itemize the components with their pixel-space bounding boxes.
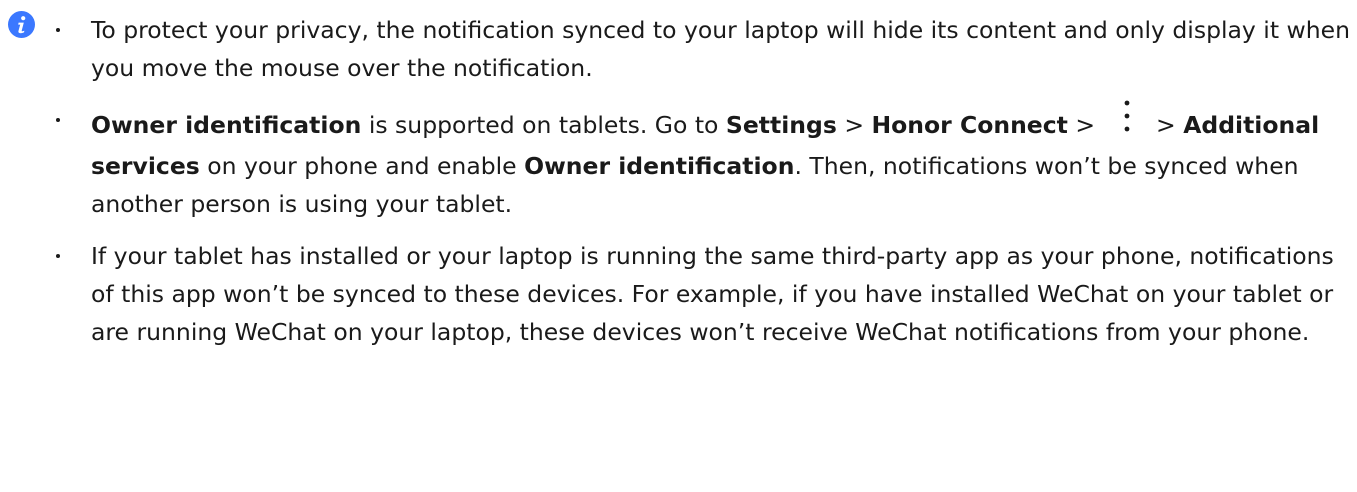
list-item: Owner identification is supported on tab…: [56, 100, 1351, 223]
notes-list: To protect your privacy, the notificatio…: [56, 11, 1351, 365]
note-text: If your tablet has installed or your lap…: [91, 242, 1334, 346]
bullet: [56, 118, 60, 122]
owner-identification-term: Owner identification: [524, 152, 795, 180]
path-separator: >: [1148, 111, 1184, 139]
path-separator: >: [1067, 111, 1103, 139]
note-text: To protect your privacy, the notificatio…: [91, 16, 1350, 82]
list-item: If your tablet has installed or your lap…: [56, 237, 1351, 351]
bullet: [56, 28, 60, 32]
note-text: is supported on tablets. Go to: [361, 111, 726, 139]
info-icon: [8, 11, 35, 38]
list-item: To protect your privacy, the notificatio…: [56, 11, 1351, 87]
note-text: on your phone and enable: [199, 152, 525, 180]
owner-identification-term: Owner identification: [91, 111, 362, 139]
more-vertical-icon: [1124, 100, 1129, 132]
bullet: [56, 254, 60, 258]
settings-term: Settings: [725, 111, 837, 139]
honor-connect-term: Honor Connect: [871, 111, 1068, 139]
path-separator: >: [836, 111, 872, 139]
